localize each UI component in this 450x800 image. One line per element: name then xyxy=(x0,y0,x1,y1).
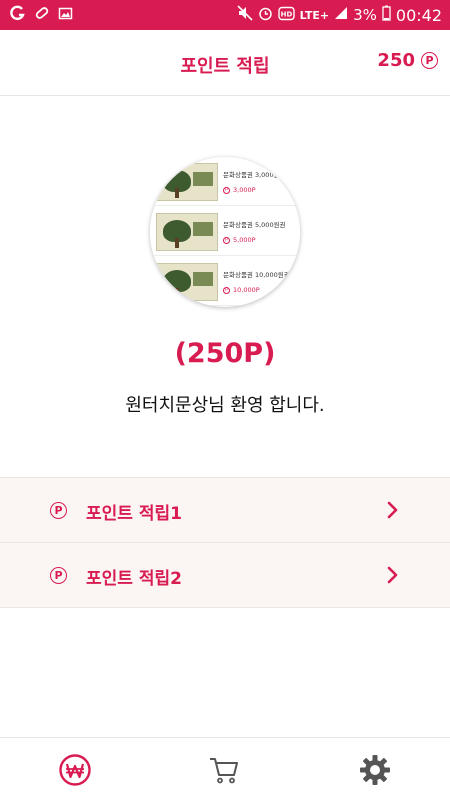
clock: 00:42 xyxy=(395,5,442,25)
app-header: 포인트 적립 250 P xyxy=(0,30,450,96)
point-icon: P xyxy=(223,186,230,194)
voucher-image xyxy=(156,163,218,201)
point-icon: P xyxy=(223,286,230,294)
svg-text:HD: HD xyxy=(280,10,292,18)
image-icon xyxy=(58,6,73,25)
gear-icon xyxy=(360,755,390,785)
point-balance: (250P) xyxy=(174,338,276,369)
voucher-preview-image: 문화상품권 3,000원권 P 3,000P 문화상품권 5,000원권 P 5,0… xyxy=(150,157,300,307)
network-type: LTE+ xyxy=(299,8,330,22)
status-bar: HD LTE+ 3% 00:42 xyxy=(0,0,450,30)
chevron-right-icon xyxy=(387,566,398,584)
voucher-image xyxy=(156,213,218,251)
alarm-icon xyxy=(258,6,273,25)
won-icon xyxy=(59,754,91,786)
voucher-row: 문화상품권 10,000원권 P 10,000P xyxy=(150,258,300,306)
voucher-name: 문화상품권 10,000원권 xyxy=(223,271,290,279)
voucher-row: 문화상품권 5,000원권 P 5,000P xyxy=(150,208,300,256)
nav-points-button[interactable] xyxy=(58,753,92,787)
menu-item-label: 포인트 적립2 xyxy=(86,569,182,589)
battery-icon xyxy=(382,5,391,25)
nav-settings-button[interactable] xyxy=(358,753,392,787)
point-icon: P xyxy=(50,502,67,519)
voucher-row: 문화상품권 3,000원권 P 3,000P xyxy=(150,158,300,206)
voucher-price: P 5,000P xyxy=(223,236,256,244)
nav-cart-button[interactable] xyxy=(207,753,241,787)
voucher-name: 문화상품권 5,000원권 xyxy=(223,221,286,229)
point-icon: P xyxy=(421,52,438,69)
app-notification-icon xyxy=(10,5,26,25)
points-badge: 250 P xyxy=(377,50,438,71)
pill-icon xyxy=(34,5,50,25)
point-icon: P xyxy=(223,236,230,244)
bottom-nav xyxy=(0,737,450,800)
mute-icon xyxy=(237,5,253,25)
signal-icon xyxy=(334,6,348,24)
welcome-message: 원터치문상님 환영 합니다. xyxy=(125,395,325,416)
hd-icon: HD xyxy=(277,6,295,25)
menu-item-point-earn-2[interactable]: P 포인트 적립2 xyxy=(0,542,450,608)
voucher-image xyxy=(156,263,218,301)
chevron-right-icon xyxy=(387,501,398,519)
battery-percent: 3% xyxy=(353,6,377,24)
points-value: 250 xyxy=(377,50,415,71)
menu-item-label: 포인트 적립1 xyxy=(86,504,182,524)
point-icon: P xyxy=(50,567,67,584)
voucher-price: P 10,000P xyxy=(223,286,260,294)
voucher-price: P 3,000P xyxy=(223,186,256,194)
cart-icon xyxy=(210,758,238,784)
menu-item-point-earn-1[interactable]: P 포인트 적립1 xyxy=(0,477,450,543)
voucher-name: 문화상품권 3,000원권 xyxy=(223,171,286,179)
